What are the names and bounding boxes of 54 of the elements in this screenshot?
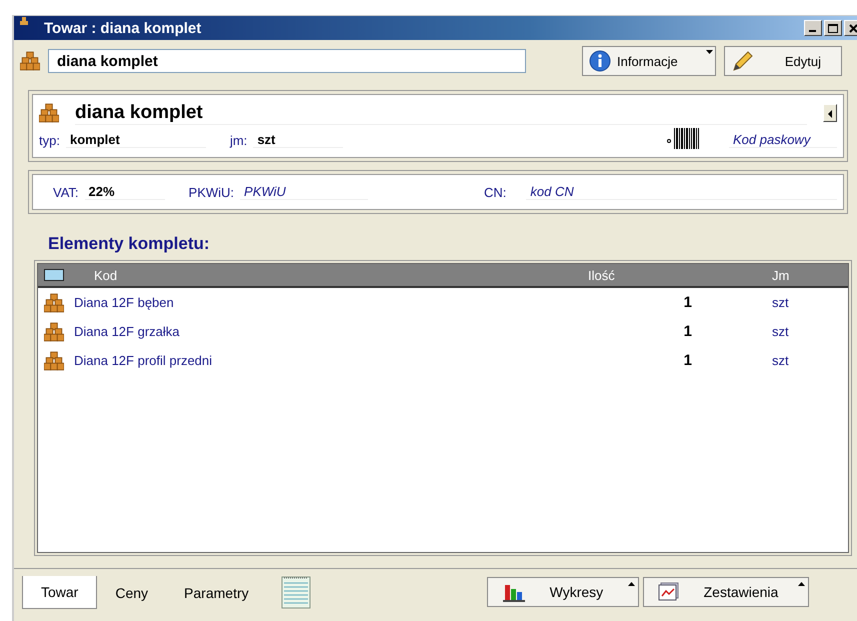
type-label: typ: bbox=[39, 132, 60, 148]
column-header[interactable]: Ilość bbox=[582, 268, 738, 282]
boxes-icon bbox=[44, 292, 64, 312]
close-button[interactable] bbox=[844, 20, 857, 36]
charts-button[interactable]: Wykresy bbox=[486, 577, 639, 607]
pkwiu-label: PKWiU: bbox=[188, 184, 234, 200]
column-chooser-icon[interactable] bbox=[44, 269, 64, 281]
caret-icon bbox=[706, 50, 713, 54]
boxes-icon bbox=[39, 103, 59, 123]
info-icon bbox=[589, 50, 611, 72]
cn-value: kod CN bbox=[526, 184, 837, 200]
caret-icon bbox=[628, 582, 635, 586]
pencil-icon bbox=[731, 49, 755, 73]
notepad-icon[interactable] bbox=[280, 575, 311, 609]
table-cell: Diana 12F profil przedni bbox=[74, 353, 212, 368]
maximize-button[interactable] bbox=[824, 20, 842, 36]
boxes-icon bbox=[44, 350, 64, 370]
table-cell-text: 1 bbox=[682, 294, 693, 311]
table-cell-text: szt bbox=[771, 295, 790, 310]
close-icon bbox=[848, 24, 857, 32]
cn-label: CN: bbox=[484, 184, 506, 200]
table-cell-text: szt bbox=[771, 353, 790, 368]
arrow-left-icon bbox=[827, 110, 833, 118]
caret-icon bbox=[798, 582, 805, 586]
edit-button[interactable]: Edytuj bbox=[724, 46, 842, 76]
tab[interactable]: Parametry bbox=[166, 577, 267, 609]
product-name: diana komplet bbox=[75, 102, 807, 124]
name-field[interactable]: diana komplet bbox=[48, 49, 526, 73]
table-cell-text: 1 bbox=[682, 323, 693, 340]
reports-button[interactable]: Zestawienia bbox=[642, 577, 809, 607]
minimize-button[interactable] bbox=[804, 20, 822, 36]
boxes-icon bbox=[20, 51, 40, 71]
table-cell-text: szt bbox=[771, 324, 790, 339]
pkwiu-value: PKWiU bbox=[240, 184, 368, 200]
line-chart-icon bbox=[658, 582, 680, 602]
table-cell: Diana 12F grzałka bbox=[74, 324, 180, 339]
maximize-icon bbox=[828, 24, 838, 32]
column-header[interactable]: Jm bbox=[738, 268, 848, 282]
vat-value: 22% bbox=[84, 184, 165, 200]
info-button[interactable]: Informacje bbox=[582, 46, 716, 76]
unit-label: jm: bbox=[230, 132, 248, 148]
section-title: Elementy kompletu: bbox=[48, 234, 211, 254]
type-value: komplet bbox=[66, 132, 206, 148]
boxes-icon bbox=[44, 322, 64, 342]
scroll-left-button[interactable] bbox=[823, 104, 837, 122]
unit-value: szt bbox=[253, 132, 344, 148]
barcode-link[interactable]: Kod paskowy bbox=[729, 132, 837, 148]
window-title: Towar : diana komplet bbox=[44, 20, 202, 36]
tab[interactable]: Towar bbox=[22, 576, 98, 609]
tab[interactable]: Ceny bbox=[97, 577, 166, 609]
vat-label: VAT: bbox=[53, 184, 79, 200]
table-cell-text: 1 bbox=[682, 352, 693, 369]
table-cell: Diana 12F bęben bbox=[74, 295, 174, 310]
column-header[interactable]: Kod bbox=[94, 268, 118, 282]
